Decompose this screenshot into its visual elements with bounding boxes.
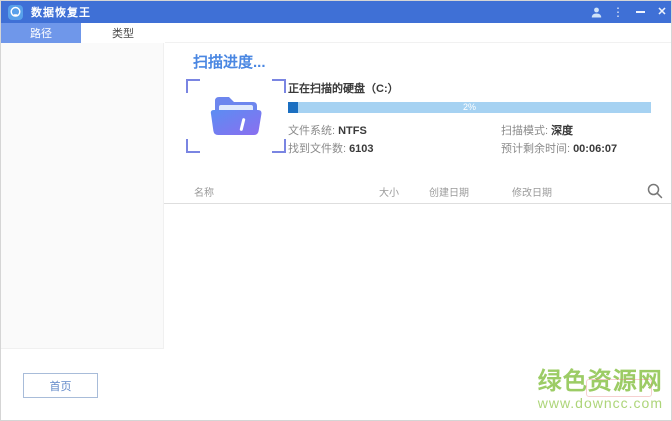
stat-file-system: 文件系统: NTFS [288,122,367,138]
tab-path-label: 路径 [30,28,52,40]
table-header-divider [164,203,671,204]
column-header-name[interactable]: 名称 [194,184,214,199]
titlebar: 数据恢复王 ⋮ ✕ [1,1,671,23]
close-icon[interactable]: ✕ [651,1,671,23]
column-header-size[interactable]: 大小 [379,184,399,199]
stat-label: 扫描模式: [501,125,549,137]
user-icon[interactable] [585,1,607,23]
window-title: 数据恢复王 [31,7,91,19]
scanning-target-label: 正在扫描的硬盘（C:） [288,83,399,95]
watermark-stamp [585,379,652,397]
watermark: 绿色资源网 www.downcc.com [537,368,663,412]
watermark-site-name: 绿色资源网 [537,368,663,395]
kebab-menu-icon[interactable]: ⋮ [607,1,629,23]
scan-progress-heading: 扫描进度... [193,54,266,71]
folder-tree-panel[interactable] [1,43,164,349]
stat-value: 深度 [551,125,574,137]
scanning-folder-illustration [186,79,286,153]
scan-frame-corner [186,79,200,93]
stat-files-found: 找到文件数: 6103 [288,140,374,156]
column-header-modified[interactable]: 修改日期 [512,184,552,199]
home-button-label: 首页 [49,380,72,393]
progress-percent-label: 2% [462,102,476,112]
stat-value: NTFS [338,125,367,137]
stat-scan-mode: 扫描模式: 深度 [501,122,573,138]
stat-label: 找到文件数: [288,143,347,155]
stat-value: 6103 [349,143,374,155]
stat-label: 文件系统: [288,125,336,137]
stat-time-remaining: 预计剩余时间: 00:06:07 [501,140,617,156]
tab-path[interactable]: 路径 [1,23,81,43]
scan-progress-bar: 2% [288,102,651,113]
folder-icon [210,97,262,135]
tab-bar: 路径 类型 [1,23,671,43]
app-window: 数据恢复王 ⋮ ✕ 路径 类型 扫描进度... 正在扫描的硬盘（C:） 2% 文… [0,0,672,421]
minimize-icon[interactable] [629,1,651,23]
search-icon[interactable] [646,182,664,200]
tab-type[interactable]: 类型 [81,23,165,43]
stat-label: 预计剩余时间: [501,143,571,155]
app-logo-icon [8,4,23,20]
watermark-site-url: www.downcc.com [537,395,663,412]
column-header-created[interactable]: 创建日期 [429,184,469,199]
scan-frame-corner [272,139,286,153]
stat-value: 00:06:07 [573,143,618,155]
tab-type-label: 类型 [112,28,134,40]
scan-frame-corner [186,139,200,153]
scan-frame-corner [272,79,286,93]
home-button[interactable]: 首页 [23,373,98,398]
